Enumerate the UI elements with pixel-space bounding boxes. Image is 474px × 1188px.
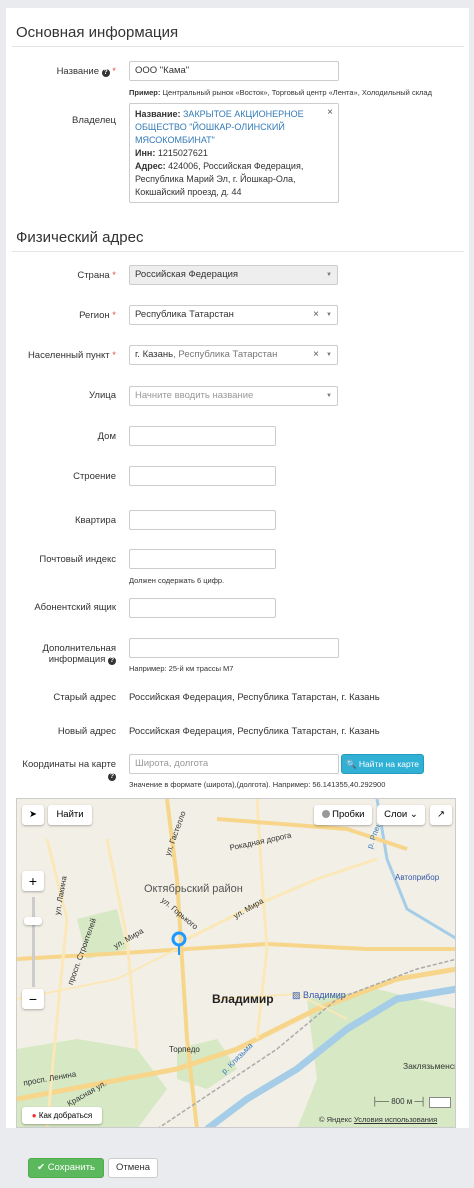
country-select[interactable]: Российская Федерация ▼ [129,265,338,285]
chevron-down-icon: ▼ [326,272,332,278]
house-input[interactable] [129,426,276,446]
name-input[interactable]: ООО "Кама" [129,61,339,81]
find-on-map-button[interactable]: 🔍 Найти на карте [341,754,424,774]
clear-icon[interactable]: × [313,306,319,324]
ruler-icon[interactable] [429,1097,451,1108]
chevron-down-icon: ▼ [326,352,332,358]
postal-label: Почтовый индекс [39,554,116,565]
map-scale: ├── 800 м ─┤ [372,1097,426,1106]
section-title-physical: Физический адрес [16,229,144,246]
terms-link[interactable]: Условия использования [354,1115,437,1124]
apartment-input[interactable] [129,510,276,530]
coords-label: Координаты на карте? [22,759,116,781]
help-icon[interactable]: ? [101,69,110,77]
save-button[interactable]: ✔ Сохранить [28,1158,104,1178]
extra-hint: Например: 25-й км трассы М7 [129,664,234,673]
map-label-district: Октябрьский район [144,883,243,895]
clear-icon[interactable]: × [313,346,319,364]
chevron-down-icon: ▼ [326,312,332,318]
map-label-city: Владимир [212,992,274,1006]
map-copyright: © Яндекс Условия использования [319,1115,438,1124]
section-divider [12,251,464,252]
zoom-out-icon[interactable]: − [22,989,44,1009]
extra-label: Дополнительная информация ? [42,643,116,665]
cancel-button[interactable]: Отмена [108,1158,158,1178]
map[interactable]: Октябрьский район Владимир ▨ Владимир То… [16,798,456,1128]
owner-label: Владелец [72,115,116,126]
help-icon[interactable]: ? [108,773,116,781]
apartment-label: Квартира [74,515,116,526]
coords-hint: Значение в формате (широта),(долгота). Н… [129,780,386,789]
owner-name: Название: ЗАКРЫТОЕ АКЦИОНЕРНОЕ ОБЩЕСТВО … [135,109,304,145]
owner-address: Адрес: 424006, Российская Федерация, Рес… [135,161,304,197]
traffic-button[interactable]: Пробки [314,805,372,825]
name-hint: Пример: Центральный рынок «Восток», Торг… [129,88,432,97]
old-address-label: Старый адрес [53,692,116,703]
owner-inn: Инн: 1215027621 [135,148,208,158]
postal-hint: Должен содержать 6 цифр. [129,576,225,585]
postal-input[interactable] [129,549,276,569]
country-label: Страна * [77,270,116,281]
search-icon: 🔍 [345,759,357,769]
pobox-input[interactable] [129,598,276,618]
city-label: Населенный пункт * [27,350,116,361]
section-title-basic: Основная информация [16,24,179,41]
map-label-torpedo: Торпедо [169,1045,200,1054]
name-label: Название ? * [56,66,116,77]
zoom-slider-track[interactable] [32,897,35,987]
fullscreen-icon[interactable]: ↗ [430,805,452,825]
building-label: Строение [73,471,116,482]
traffic-icon [321,810,330,818]
street-label: Улица [89,390,116,401]
new-address-label: Новый адрес [57,726,116,737]
old-address-value: Российская Федерация, Республика Татарст… [129,692,380,703]
location-pin-icon: ● [31,1111,37,1120]
coords-input[interactable]: Широта, долгота [129,754,339,774]
chevron-down-icon: ▼ [326,393,332,399]
layers-button[interactable]: Слои ⌄ [377,805,425,825]
region-select[interactable]: Республика Татарстан × ▼ [129,305,338,325]
clear-icon[interactable]: × [327,106,333,119]
section-divider [12,46,464,47]
region-label: Регион * [79,310,116,321]
zoom-slider-handle[interactable] [24,917,42,925]
map-find-button[interactable]: Найти [48,805,92,825]
extra-input[interactable] [129,638,339,658]
map-label-zaklyazmensky: Заклязьменск [403,1061,456,1071]
city-select[interactable]: г. Казань, Республика Татарстан × ▼ [129,345,338,365]
building-input[interactable] [129,466,276,486]
train-icon: ▨ [292,990,301,1000]
zoom-in-icon[interactable]: + [22,871,44,891]
street-select[interactable]: Начните вводить название ▼ [129,386,338,406]
pobox-label: Абонентский ящик [34,602,116,613]
geolocation-icon[interactable]: ➤ [22,805,44,825]
chevron-down-icon: ⌄ [409,809,418,820]
map-label-station: ▨ Владимир [292,990,346,1000]
new-address-value: Российская Федерация, Республика Татарст… [129,726,380,737]
house-label: Дом [97,431,116,442]
help-icon[interactable]: ? [108,657,116,665]
owner-select[interactable]: × Название: ЗАКРЫТОЕ АКЦИОНЕРНОЕ ОБЩЕСТВ… [129,103,339,203]
map-label-avtopribor: Автоприбор [395,873,440,882]
check-icon: ✔ [37,1162,46,1173]
route-link[interactable]: ● Как добраться [22,1107,102,1124]
